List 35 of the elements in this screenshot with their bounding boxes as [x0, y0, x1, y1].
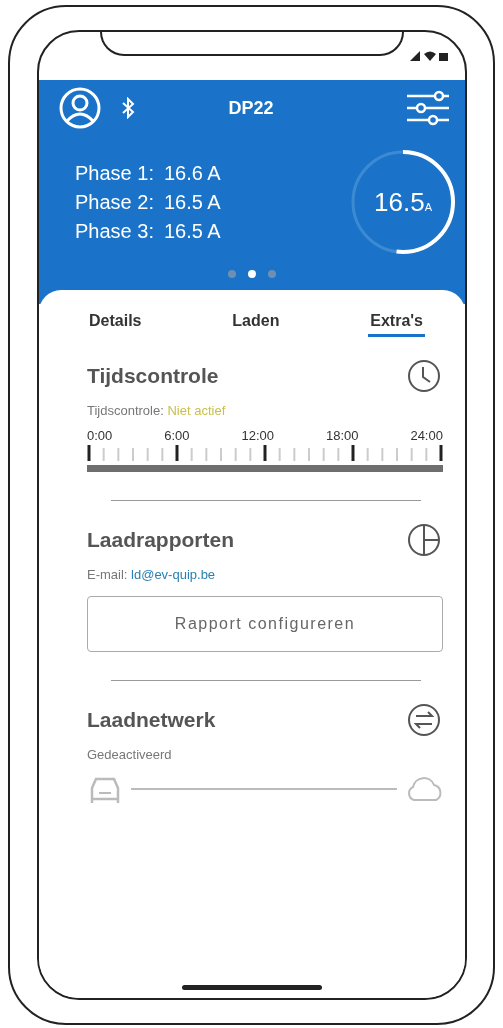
phase-value: 16.5 A — [163, 190, 221, 214]
hour-label: 18:00 — [325, 428, 359, 443]
page-dot[interactable] — [248, 270, 256, 278]
hour-label: 24:00 — [410, 428, 443, 443]
phase-label: Phase 2: — [75, 190, 154, 214]
device-title: DP22 — [227, 97, 275, 119]
hour-label: 0:00 — [87, 428, 113, 443]
page-dot[interactable] — [228, 270, 236, 278]
clock-icon — [407, 359, 441, 393]
section-title: Laadrapporten — [87, 528, 235, 552]
network-status: Gedeactiveerd — [87, 747, 172, 762]
avatar-icon[interactable] — [59, 87, 101, 129]
section-title: Laadnetwerk — [87, 708, 216, 732]
settings-icon[interactable] — [407, 90, 449, 126]
email-label: E-mail: — [87, 567, 128, 582]
tab[interactable]: Extra's — [368, 308, 425, 337]
hour-label: 6:00 — [164, 428, 190, 443]
configure-report-button[interactable]: Rapport configureren — [87, 596, 443, 652]
page-dot[interactable] — [268, 270, 276, 278]
hour-label: 12:00 — [241, 428, 274, 443]
tab[interactable]: Laden — [230, 308, 282, 337]
swap-icon — [407, 703, 441, 737]
bluetooth-icon — [121, 97, 135, 119]
phase-value: 16.6 A — [163, 161, 221, 185]
pie-chart-icon — [407, 523, 441, 557]
email-link[interactable]: ld@ev-quip.be — [131, 567, 216, 582]
section-title: Tijdscontrole — [87, 364, 219, 388]
tab[interactable]: Details — [87, 308, 144, 337]
phase-label: Phase 3: — [75, 219, 154, 243]
gauge-value: 16.5A — [374, 186, 432, 218]
status-value: Niet actief — [167, 403, 226, 418]
status-icons — [409, 49, 449, 63]
phase-label: Phase 1: — [75, 161, 154, 185]
status-label: Tijdscontrole: — [87, 403, 164, 418]
phase-value: 16.5 A — [163, 219, 221, 243]
